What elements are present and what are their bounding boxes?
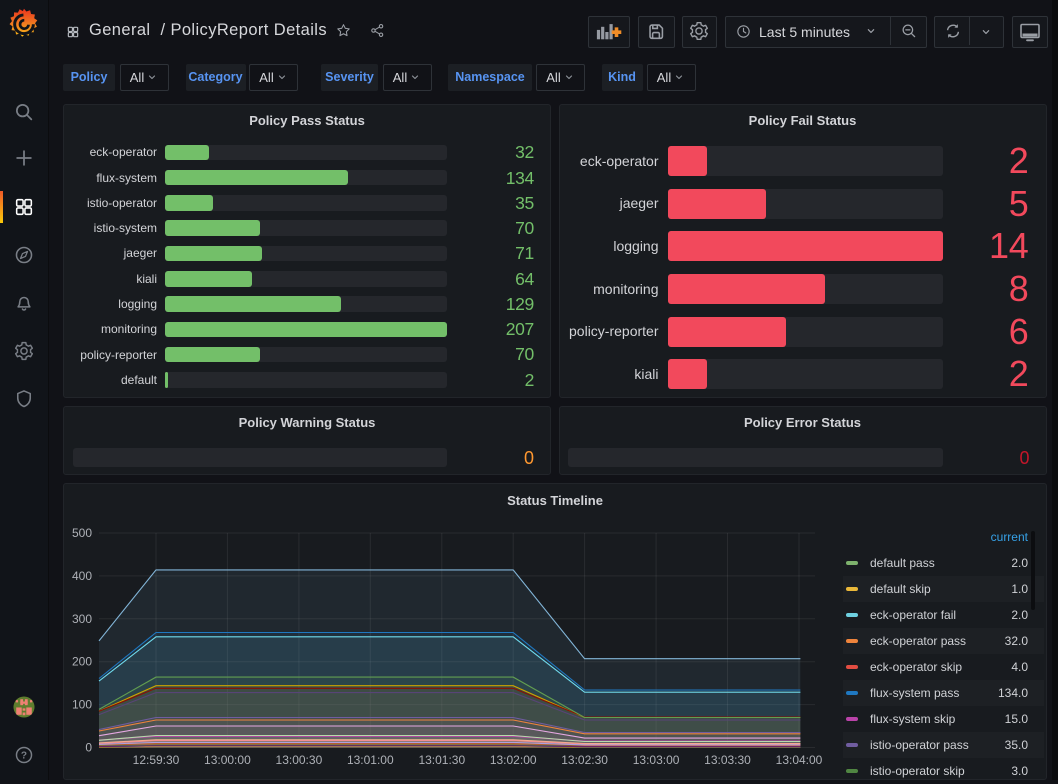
svg-text:13:01:30: 13:01:30 (418, 753, 465, 767)
svg-text:200: 200 (72, 655, 92, 669)
svg-text:300: 300 (72, 612, 92, 626)
svg-text:12:59:30: 12:59:30 (133, 753, 180, 767)
svg-text:13:01:00: 13:01:00 (347, 753, 394, 767)
svg-text:13:03:00: 13:03:00 (633, 753, 680, 767)
svg-text:13:04:00: 13:04:00 (776, 753, 823, 767)
svg-text:500: 500 (72, 526, 92, 540)
svg-text:13:02:30: 13:02:30 (561, 753, 608, 767)
svg-text:13:00:30: 13:00:30 (276, 753, 323, 767)
svg-text:0: 0 (85, 741, 92, 755)
svg-text:13:03:30: 13:03:30 (704, 753, 751, 767)
svg-text:?: ? (21, 751, 27, 762)
svg-text:100: 100 (72, 698, 92, 712)
svg-text:13:02:00: 13:02:00 (490, 753, 537, 767)
svg-text:13:00:00: 13:00:00 (204, 753, 251, 767)
svg-text:400: 400 (72, 569, 92, 583)
